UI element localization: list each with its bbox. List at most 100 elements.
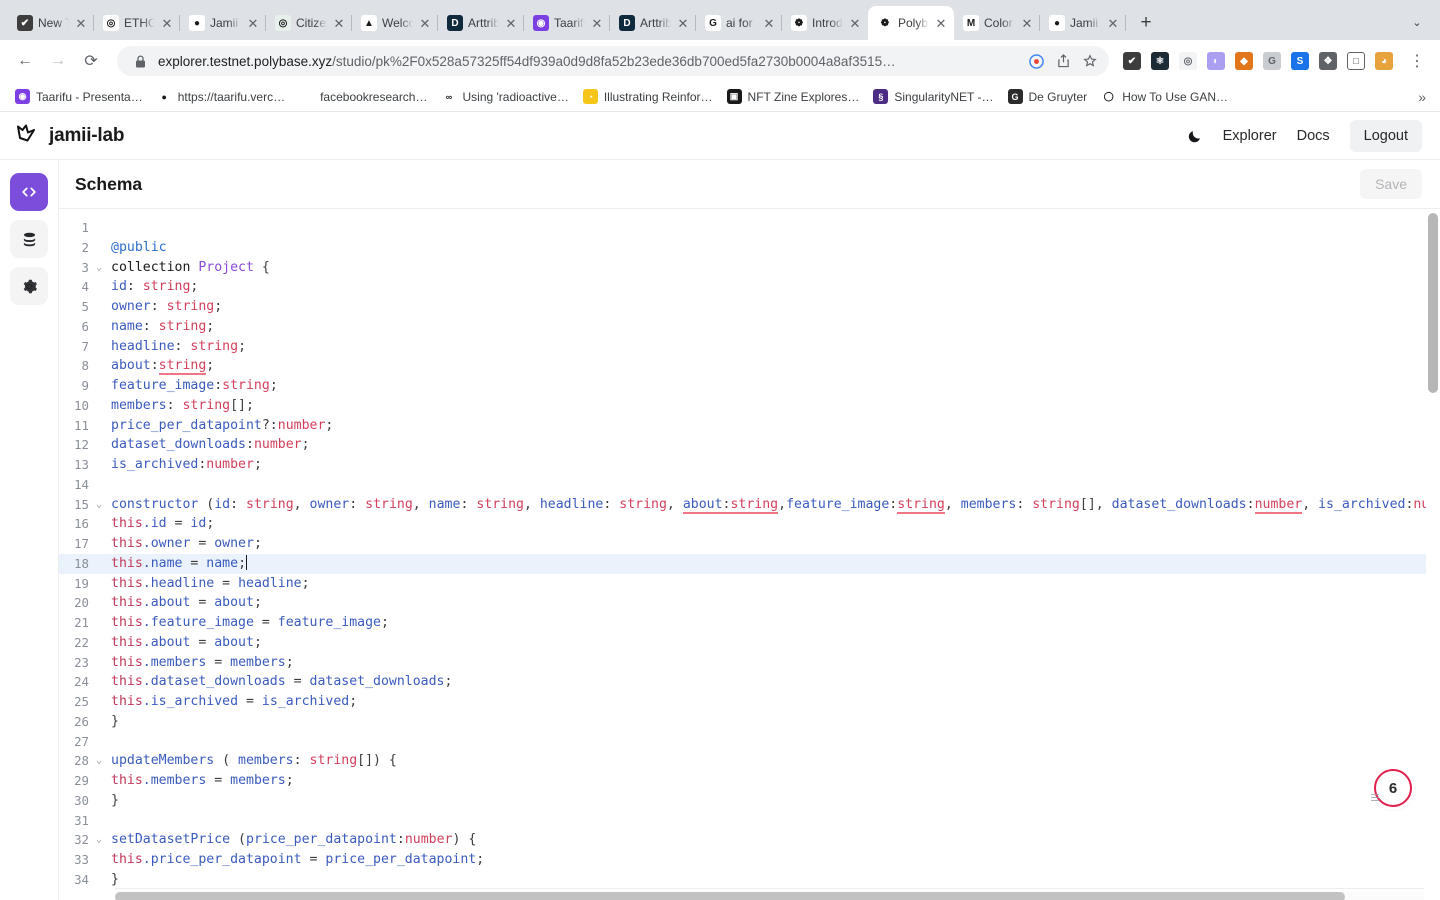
tab-close-icon[interactable]: ✕ — [762, 16, 776, 30]
code-line[interactable]: 28 ⌄ updateMembers ( members: string[]) { — [59, 751, 1426, 771]
tab-close-icon[interactable]: ✕ — [676, 16, 690, 30]
bookmark-item[interactable]: G De Gruyter — [1001, 86, 1095, 107]
sidebar-item-data[interactable] — [10, 220, 48, 258]
reload-button[interactable]: ⟳ — [76, 46, 106, 76]
tab-close-icon[interactable]: ✕ — [332, 16, 346, 30]
tab-close-icon[interactable]: ✕ — [74, 16, 88, 30]
browser-tab[interactable]: ● Jamii l ✕ — [1040, 6, 1126, 40]
profile-avatar-icon[interactable]: ◕ — [1375, 52, 1393, 70]
tab-close-icon[interactable]: ✕ — [418, 16, 432, 30]
code-lines[interactable]: 12 @public 3 ⌄ collection Project {4 id: st… — [59, 209, 1426, 891]
chevron-down-icon[interactable]: ⌄ — [91, 495, 107, 514]
tab-close-icon[interactable]: ✕ — [504, 16, 518, 30]
sidebar-item-schema[interactable] — [10, 173, 48, 211]
code-line[interactable]: 21 this.feature_image = feature_image; — [59, 613, 1426, 633]
code-line[interactable]: 8 about:string; — [59, 356, 1426, 376]
phantom-wallet-icon[interactable]: ◐ — [1207, 52, 1225, 70]
bookmark-item[interactable]: ◔ Illustrating Reinfor… — [576, 86, 720, 107]
code-editor[interactable]: 12 @public 3 ⌄ collection Project {4 id: st… — [59, 209, 1440, 900]
code-line[interactable]: 17 this.owner = owner; — [59, 534, 1426, 554]
code-line[interactable]: 10 members: string[]; — [59, 396, 1426, 416]
save-button[interactable]: Save — [1360, 169, 1422, 199]
code-line[interactable]: 4 id: string; — [59, 277, 1426, 297]
tab-close-icon[interactable]: ✕ — [160, 16, 174, 30]
logout-button[interactable]: Logout — [1349, 119, 1422, 152]
bookmark-star-icon[interactable] — [1081, 52, 1099, 70]
address-bar[interactable]: explorer.testnet.polybase.xyz/studio/pk%… — [117, 46, 1109, 76]
orbit-extension-icon[interactable]: ◎ — [1179, 52, 1197, 70]
browser-tab[interactable]: Gai for s ✕ — [696, 6, 782, 40]
code-line[interactable]: 32 ⌄ setDatasetPrice (price_per_datapoint… — [59, 830, 1426, 850]
code-line[interactable]: 19 this.headline = headline; — [59, 574, 1426, 594]
tab-close-icon[interactable]: ✕ — [590, 16, 604, 30]
code-line[interactable]: 24 this.dataset_downloads = dataset_down… — [59, 672, 1426, 692]
code-line[interactable]: 9 feature_image:string; — [59, 376, 1426, 396]
tab-close-icon[interactable]: ✕ — [246, 16, 260, 30]
metamask-fox-icon[interactable]: ◆ — [1235, 52, 1253, 70]
code-line[interactable]: 6 name: string; — [59, 317, 1426, 337]
code-line[interactable]: 15 ⌄ constructor (id: string, owner: stri… — [59, 495, 1426, 515]
code-line[interactable]: 7 headline: string; — [59, 337, 1426, 357]
code-line[interactable]: 20 this.about = about; — [59, 593, 1426, 613]
horizontal-scroll-thumb[interactable] — [115, 892, 1345, 900]
explorer-link[interactable]: Explorer — [1223, 128, 1277, 144]
forward-button[interactable]: → — [43, 46, 73, 76]
bookmark-item[interactable]: § SingularityNET -… — [866, 86, 1000, 107]
code-line[interactable]: 2 @public — [59, 238, 1426, 258]
sidebar-item-settings[interactable] — [10, 267, 48, 305]
browser-tab[interactable]: D Arttrib ✕ — [438, 6, 524, 40]
checkmark-extension-icon[interactable]: ✔ — [1123, 52, 1141, 70]
bookmark-item[interactable]: ◉ Taarifu - Presenta… — [8, 86, 150, 107]
code-line[interactable]: 29 this.members = members; — [59, 771, 1426, 791]
bookmark-item[interactable]: ◯ How To Use GAN… — [1094, 86, 1235, 107]
browser-tab[interactable]: ❁ Introd ✕ — [782, 6, 868, 40]
code-line[interactable]: 5 owner: string; — [59, 297, 1426, 317]
docs-link[interactable]: Docs — [1297, 128, 1330, 144]
browser-tab[interactable]: ❁ Polyba ✕ — [868, 6, 954, 40]
tab-close-icon[interactable]: ✕ — [1020, 16, 1034, 30]
react-devtools-icon[interactable]: ⚛ — [1151, 52, 1169, 70]
code-line[interactable]: 33 this.price_per_datapoint = price_per_… — [59, 850, 1426, 870]
tab-close-icon[interactable]: ✕ — [934, 16, 948, 30]
code-line[interactable]: 16 this.id = id; — [59, 514, 1426, 534]
code-line[interactable]: 25 this.is_archived = is_archived; — [59, 692, 1426, 712]
chevron-down-icon[interactable]: ⌄ — [91, 751, 107, 770]
browser-menu-button[interactable]: ⋮ — [1404, 51, 1430, 71]
vertical-scroll-thumb[interactable] — [1428, 213, 1438, 393]
code-line[interactable]: 14 — [59, 475, 1426, 495]
notification-badge[interactable]: 6 — [1371, 769, 1412, 807]
bookmarks-overflow-button[interactable]: » — [1418, 89, 1432, 105]
code-line[interactable]: 3 ⌄ collection Project { — [59, 258, 1426, 278]
bookmark-item[interactable]: ∞ Using 'radioactive… — [434, 86, 575, 107]
google-lens-icon[interactable] — [1027, 52, 1045, 70]
tab-close-icon[interactable]: ✕ — [1106, 16, 1120, 30]
code-line[interactable]: 27 — [59, 732, 1426, 752]
bookmark-item[interactable]: facebookresearch… — [292, 86, 434, 107]
share-icon[interactable] — [1054, 52, 1072, 70]
grammarly-icon[interactable]: G — [1263, 52, 1281, 70]
bookmark-item[interactable]: ▣ NFT Zine Explores… — [720, 86, 867, 107]
browser-tab[interactable]: M Color ✕ — [954, 6, 1040, 40]
bookmark-item[interactable]: ● https://taarifu.verc… — [150, 86, 292, 107]
sidepanel-icon[interactable]: □ — [1347, 52, 1365, 70]
tab-close-icon[interactable]: ✕ — [848, 16, 862, 30]
editor-horizontal-scrollbar[interactable] — [115, 892, 1424, 900]
browser-tab[interactable]: ▲ Welco ✕ — [352, 6, 438, 40]
new-tab-button[interactable]: + — [1132, 9, 1160, 37]
code-line[interactable]: 31 — [59, 811, 1426, 831]
code-line[interactable]: 22 this.about = about; — [59, 633, 1426, 653]
code-line[interactable]: 34 } — [59, 870, 1426, 890]
code-line[interactable]: 23 this.members = members; — [59, 653, 1426, 673]
code-line[interactable]: 26 } — [59, 712, 1426, 732]
code-line[interactable]: 30 } — [59, 791, 1426, 811]
chevron-down-icon[interactable]: ⌄ — [91, 258, 107, 277]
browser-tab[interactable]: D Arttrib ✕ — [610, 6, 696, 40]
chevron-down-icon[interactable]: ⌄ — [91, 830, 107, 849]
moon-icon[interactable] — [1187, 128, 1203, 144]
browser-tab[interactable]: ● Jamii l ✕ — [180, 6, 266, 40]
code-line[interactable]: 1 — [59, 218, 1426, 238]
drag-handle-icon[interactable] — [1371, 794, 1379, 803]
extensions-puzzle-icon[interactable]: ❖ — [1319, 52, 1337, 70]
brand[interactable]: jamii-lab — [14, 121, 124, 150]
tab-search-button[interactable]: ⌄ — [1404, 9, 1430, 35]
